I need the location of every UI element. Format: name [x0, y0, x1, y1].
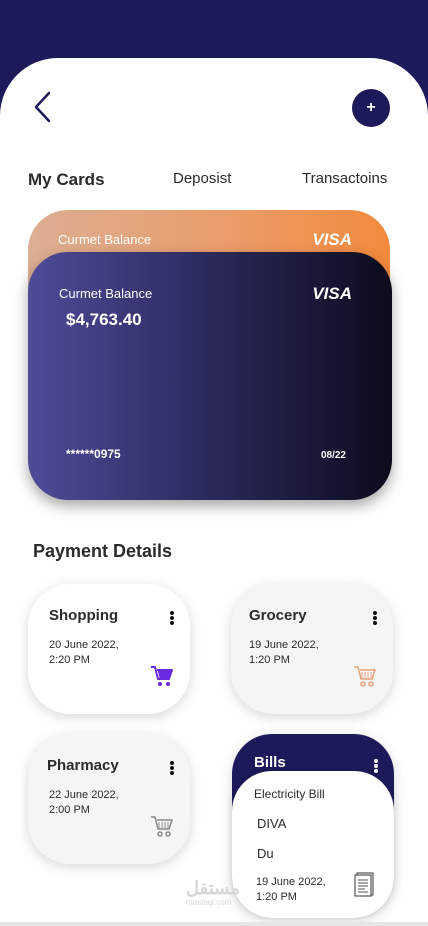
payment-date: 19 June 2022, 1:20 PM [256, 876, 326, 903]
payment-date: 19 June 2022, 1:20 PM [249, 639, 319, 666]
tab-deposit[interactable]: Deposist [173, 170, 231, 187]
card-balance-label: Curmet Balance [59, 286, 153, 301]
card-expiry: 08/22 [320, 450, 346, 461]
payment-card-grocery[interactable]: Grocery 19 June 2022, 1:20 PM [231, 584, 393, 714]
cart-icon [151, 666, 173, 686]
visa-logo: VISA [312, 230, 352, 249]
card-balance-amount: $4,763.40 [66, 310, 142, 329]
payment-date: 22 June 2022, 2:00 PM [49, 789, 119, 816]
tab-my-cards[interactable]: My Cards [28, 170, 105, 190]
bill-provider: DIVA [257, 816, 287, 831]
bill-type: Electricity Bill [254, 787, 325, 801]
payment-card-pharmacy[interactable]: Pharmacy 22 June 2022, 2:00 PM [28, 734, 190, 864]
tab-transactions[interactable]: Transactoins [302, 170, 387, 187]
receipt-icon [354, 872, 374, 897]
more-options-icon[interactable] [373, 611, 377, 625]
back-arrow-icon[interactable] [30, 90, 56, 124]
watermark-logo: مستقل [186, 878, 240, 898]
more-options-icon[interactable] [170, 761, 174, 775]
payment-title: Pharmacy [47, 757, 119, 774]
card-balance-label: Curmet Balance [58, 232, 152, 247]
payment-title: Bills [254, 754, 286, 771]
payment-title: Shopping [49, 607, 119, 624]
card-purple[interactable]: Curmet Balance $4,763.40 VISA ******0975… [28, 252, 392, 500]
bottom-bar [0, 922, 428, 926]
cart-icon [151, 816, 173, 837]
payment-card-shopping[interactable]: Shopping 20 June 2022, 2:20 PM [28, 584, 190, 714]
payment-card-bills[interactable]: Bills Electricity Bill DIVA Du 19 June 2… [232, 734, 394, 918]
bill-provider: Du [257, 846, 274, 861]
bills-details: Electricity Bill DIVA Du 19 June 2022, 1… [232, 771, 394, 918]
card-number: ******0975 [66, 447, 121, 461]
payment-title: Grocery [249, 607, 307, 624]
visa-logo: VISA [312, 284, 352, 303]
more-options-icon[interactable] [374, 759, 378, 774]
payment-date: 20 June 2022, 2:20 PM [49, 639, 119, 666]
watermark-url: mostaql.com [186, 898, 232, 907]
add-card-button[interactable]: + [352, 89, 390, 127]
cart-icon [354, 666, 376, 687]
more-options-icon[interactable] [170, 611, 174, 625]
payment-details-title: Payment Details [33, 541, 173, 561]
